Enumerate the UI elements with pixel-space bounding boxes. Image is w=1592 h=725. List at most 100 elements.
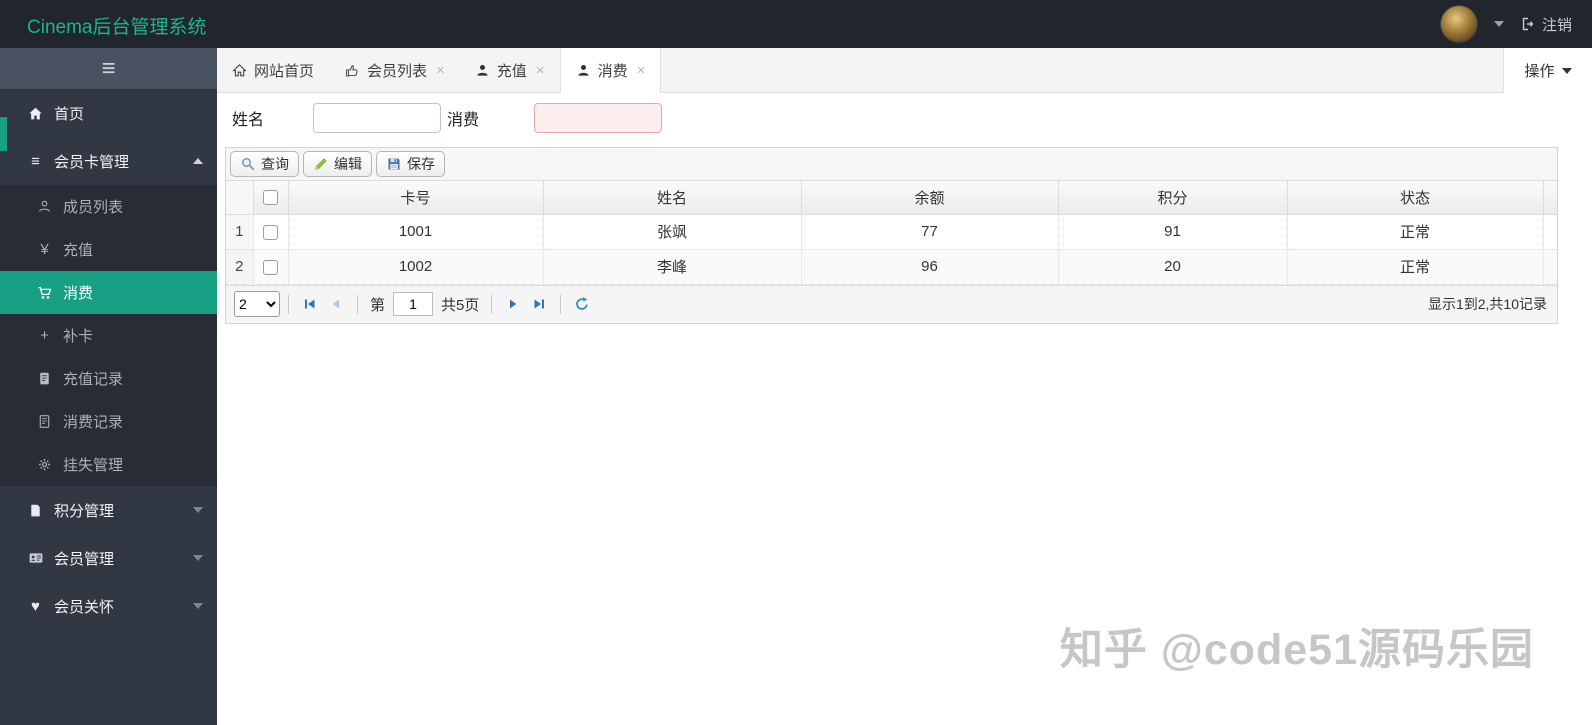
actions-dropdown[interactable]: 操作	[1503, 48, 1592, 93]
chevron-down-icon	[1561, 67, 1572, 74]
cell-status: 正常	[1287, 214, 1544, 250]
edit-button[interactable]: 编辑	[303, 151, 372, 177]
idcard-icon	[27, 550, 44, 566]
search-button-label: 查询	[261, 156, 289, 172]
separator	[491, 294, 493, 314]
separator	[357, 294, 358, 314]
save-button[interactable]: 保存	[376, 151, 445, 177]
datagrid-panel: 查询 编辑 保存 卡号 姓名 余额 积分 状态 1 1001 张飒 77 91 …	[225, 147, 1558, 324]
column-header-points[interactable]: 积分	[1058, 181, 1288, 215]
tab-label: 消费	[597, 63, 628, 80]
close-icon[interactable]: ×	[637, 62, 646, 79]
user-icon	[576, 63, 591, 78]
consume-label: 消费	[447, 112, 480, 129]
sidebar-item-care-group[interactable]: ♥ 会员关怀	[0, 582, 217, 630]
sidebar-collapse-header[interactable]: ≡	[0, 48, 217, 89]
page-size-select[interactable]: 2	[234, 291, 280, 317]
floppy-icon	[386, 156, 402, 172]
save-button-label: 保存	[407, 156, 435, 172]
last-page-button[interactable]	[526, 291, 552, 317]
consume-input[interactable]	[534, 103, 662, 133]
select-all-checkbox[interactable]	[263, 190, 278, 206]
table-row[interactable]: 2 1002 李峰 96 20 正常	[226, 249, 1557, 285]
column-header-card[interactable]: 卡号	[288, 181, 544, 215]
pencil-icon	[313, 156, 329, 172]
table-header-row: 卡号 姓名 余额 积分 状态	[226, 181, 1557, 215]
table-row[interactable]: 1 1001 张飒 77 91 正常	[226, 214, 1557, 250]
heart-icon: ♥	[31, 597, 40, 615]
chevron-down-icon	[193, 603, 203, 609]
first-page-button[interactable]	[297, 291, 323, 317]
column-header-status[interactable]: 状态	[1287, 181, 1544, 215]
next-page-button[interactable]	[500, 291, 526, 317]
sidebar-item-consume[interactable]: 消费	[0, 271, 217, 314]
sidebar-item-recharge-records[interactable]: 充值记录	[0, 357, 217, 400]
page-number-input[interactable]	[393, 292, 434, 316]
pagination-bar: 2 第 共5页 显示1到2,共10记录	[226, 284, 1557, 323]
separator	[288, 294, 289, 314]
name-input[interactable]	[313, 103, 441, 133]
row-number-header	[226, 181, 254, 215]
plus-icon: +	[40, 327, 49, 344]
separator	[560, 294, 562, 314]
edit-button-label: 编辑	[334, 156, 362, 172]
sidebar-item-loss-management[interactable]: 挂失管理	[0, 443, 217, 486]
page-word: 第	[370, 296, 386, 314]
cell-balance: 96	[801, 249, 1059, 285]
tab-label: 充值	[496, 63, 527, 80]
chevron-up-icon	[193, 158, 203, 164]
tab-website-home[interactable]: 网站首页	[217, 48, 329, 93]
cell-balance: 77	[801, 214, 1059, 250]
sidebar-item-home[interactable]: 首页	[0, 89, 217, 137]
filler-header	[1543, 181, 1557, 215]
sidebar-item-recharge[interactable]: ¥ 充值	[0, 228, 217, 271]
tab-label: 网站首页	[254, 63, 315, 80]
tab-member-list[interactable]: 会员列表 ×	[329, 48, 460, 93]
sidebar-item-reissue-card[interactable]: + 补卡	[0, 314, 217, 357]
sidebar-item-label: 消费记录	[63, 414, 124, 431]
chevron-down-icon	[193, 555, 203, 561]
search-button[interactable]: 查询	[230, 151, 299, 177]
tab-bar: 网站首页 会员列表 × 充值 × 消费 × 操作	[217, 48, 1592, 93]
logout-button[interactable]: 注销	[1520, 14, 1572, 35]
chevron-down-icon	[193, 507, 203, 513]
sidebar-item-consume-records[interactable]: 消费记录	[0, 400, 217, 443]
sidebar-item-label: 积分管理	[54, 502, 115, 520]
tab-consume[interactable]: 消费 ×	[559, 48, 662, 93]
sidebar-item-points-group[interactable]: 积分管理	[0, 486, 217, 534]
user-menu-caret-icon[interactable]	[1493, 21, 1504, 27]
sidebar-item-label: 补卡	[63, 328, 94, 345]
tab-label: 会员列表	[367, 63, 428, 80]
column-header-name[interactable]: 姓名	[543, 181, 802, 215]
sidebar-item-label: 首页	[54, 105, 85, 123]
prev-page-button[interactable]	[323, 291, 349, 317]
sidebar: ≡ 首页 ≡ 会员卡管理 成员列表 ¥ 充值 消费 + 补卡 充值记录 消费记录…	[0, 48, 217, 725]
cell-points: 91	[1058, 214, 1288, 250]
refresh-button[interactable]	[569, 291, 595, 317]
total-pages-label: 共5页	[441, 296, 480, 314]
sidebar-item-label: 消费	[63, 285, 94, 302]
cart-icon	[36, 285, 53, 301]
sidebar-item-label: 会员卡管理	[54, 153, 130, 171]
row-checkbox[interactable]	[263, 224, 278, 240]
hamburger-icon[interactable]: ≡	[101, 56, 115, 81]
yen-icon: ¥	[40, 241, 49, 258]
sidebar-item-label: 充值记录	[63, 371, 124, 388]
list-icon: ≡	[31, 152, 40, 170]
row-select-cell	[253, 214, 289, 250]
sidebar-item-member-list[interactable]: 成员列表	[0, 185, 217, 228]
sidebar-item-membercard-group[interactable]: ≡ 会员卡管理	[0, 137, 217, 185]
row-checkbox[interactable]	[263, 259, 278, 275]
sidebar-item-label: 会员关怀	[54, 598, 115, 616]
column-header-balance[interactable]: 余额	[801, 181, 1059, 215]
cell-card: 1002	[288, 249, 544, 285]
user-avatar[interactable]	[1439, 5, 1478, 43]
tab-recharge[interactable]: 充值 ×	[460, 48, 560, 93]
close-icon[interactable]: ×	[536, 62, 545, 79]
home-icon	[27, 106, 44, 121]
sidebar-item-members-group[interactable]: 会员管理	[0, 534, 217, 582]
close-icon[interactable]: ×	[436, 62, 445, 79]
search-form: 姓名 消费	[232, 103, 662, 133]
search-icon	[240, 156, 256, 172]
logout-icon	[1520, 16, 1536, 32]
